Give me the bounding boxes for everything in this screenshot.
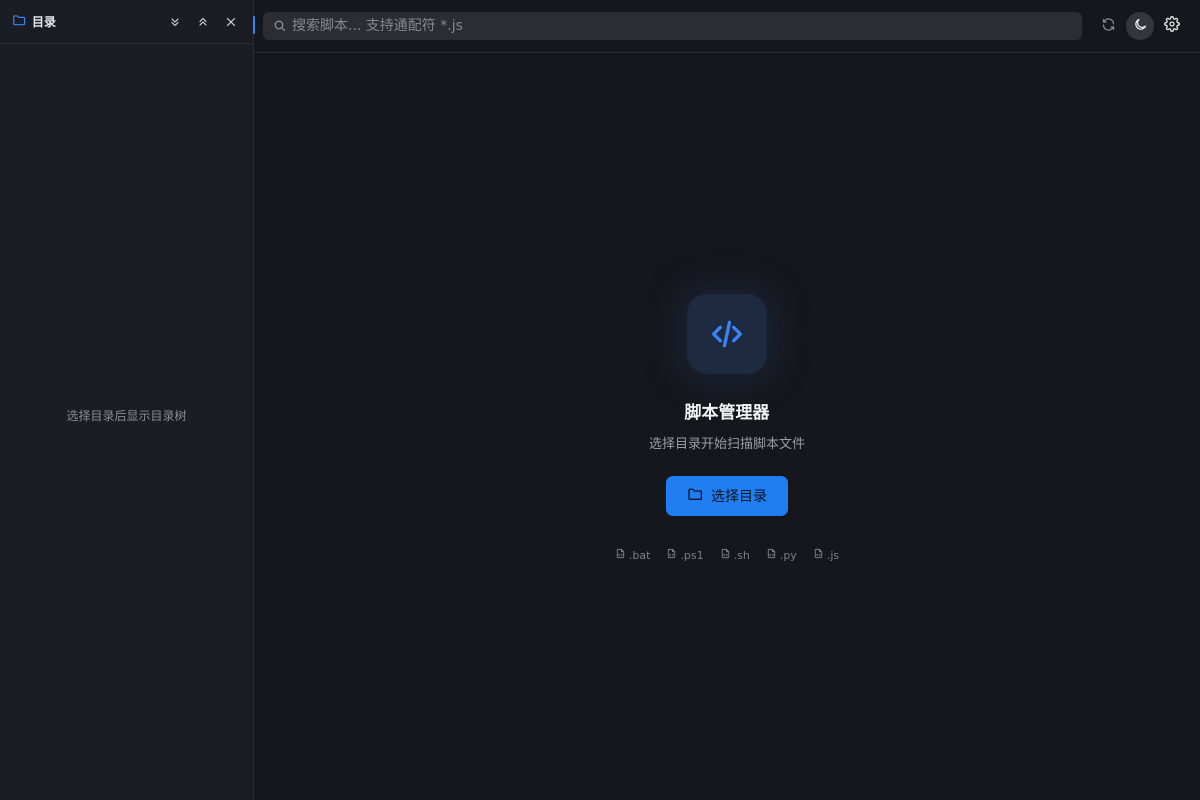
app-subtitle: 选择目录开始扫描脚本文件 <box>648 437 805 452</box>
file-type-bat: .bat <box>615 548 651 562</box>
app-title: 脚本管理器 <box>684 403 770 423</box>
app-window: 目录 选择目录后显示目录树 搜索脚本... 支持通配符 *.js 脚本管理器 选… <box>0 0 1200 800</box>
file-type-label: .py <box>779 548 797 562</box>
folder-icon <box>12 13 26 30</box>
supported-file-types: .bat .ps1 .sh .py .js <box>615 548 839 562</box>
sidebar-title-label: 目录 <box>32 15 57 29</box>
sidebar-tree-area: 选择目录后显示目录树 <box>0 44 253 800</box>
file-code-icon <box>615 548 626 562</box>
file-type-sh: .sh <box>720 548 750 562</box>
file-code-icon <box>720 548 731 562</box>
refresh-icon <box>1101 17 1116 36</box>
code-icon <box>687 294 767 374</box>
settings-button[interactable] <box>1158 12 1186 40</box>
file-code-icon <box>766 548 777 562</box>
refresh-button[interactable] <box>1094 12 1122 40</box>
file-type-label: .js <box>826 548 840 562</box>
sidebar: 目录 选择目录后显示目录树 <box>0 0 255 800</box>
search-box <box>263 12 1082 40</box>
folder-icon <box>687 486 703 506</box>
sidebar-header: 目录 <box>0 0 253 44</box>
main-panel: 脚本管理器 选择目录开始扫描脚本文件 选择目录 .bat .ps1 <box>254 0 1200 800</box>
chevrons-down-icon[interactable] <box>165 12 185 32</box>
file-type-py: .py <box>766 548 797 562</box>
theme-toggle-button[interactable] <box>1126 12 1154 40</box>
search-input[interactable] <box>292 18 1072 34</box>
search-icon <box>273 17 286 36</box>
select-directory-label: 选择目录 <box>711 489 767 505</box>
file-code-icon <box>666 548 677 562</box>
gear-icon <box>1164 16 1180 36</box>
file-type-label: .bat <box>628 548 651 562</box>
close-icon[interactable] <box>221 12 241 32</box>
sidebar-title: 目录 <box>12 13 165 30</box>
file-type-label: .sh <box>733 548 750 562</box>
sidebar-empty-text: 选择目录后显示目录树 <box>66 408 187 423</box>
top-actions <box>1094 12 1186 40</box>
file-type-ps1: .ps1 <box>666 548 704 562</box>
empty-state: 脚本管理器 选择目录开始扫描脚本文件 选择目录 .bat .ps1 .sh .p… <box>254 53 1200 800</box>
file-type-label: .ps1 <box>680 548 704 562</box>
select-directory-button[interactable]: 选择目录 <box>666 476 788 516</box>
chevrons-up-icon[interactable] <box>193 12 213 32</box>
moon-icon <box>1133 17 1148 36</box>
sidebar-actions <box>165 12 241 32</box>
top-toolbar <box>254 0 1200 53</box>
file-type-js: .js <box>813 548 839 562</box>
file-code-icon <box>813 548 824 562</box>
sidebar-resize-handle[interactable] <box>253 16 255 34</box>
